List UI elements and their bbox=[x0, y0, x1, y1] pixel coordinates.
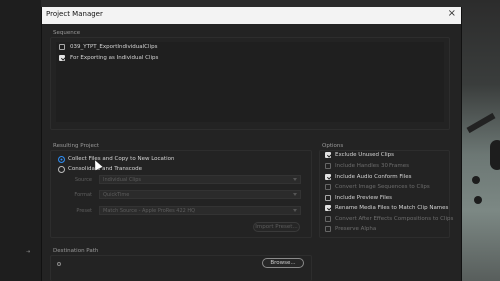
convert-ae-compositions-checkbox[interactable] bbox=[325, 216, 331, 222]
sequence-item-label: 039_YTPT_ExportIndividualClips bbox=[70, 44, 158, 50]
include-preview-files-label: Include Preview Files bbox=[335, 195, 392, 201]
handles-value[interactable]: 30 bbox=[381, 163, 388, 169]
resulting-project-heading: Resulting Project bbox=[53, 143, 100, 149]
sequence-checkbox[interactable] bbox=[59, 44, 65, 50]
chevron-down-icon bbox=[293, 209, 297, 212]
sequence-item-label: For Exporting as Individual Clips bbox=[70, 55, 159, 61]
sequence-list bbox=[56, 42, 444, 122]
convert-image-sequences-label: Convert Image Sequences to Clips bbox=[335, 184, 430, 190]
collect-files-radio[interactable] bbox=[58, 156, 65, 163]
format-label: Format bbox=[74, 192, 92, 198]
convert-ae-compositions-label: Convert After Effects Compositions to Cl… bbox=[335, 216, 454, 222]
exclude-unused-checkbox[interactable] bbox=[325, 152, 331, 158]
convert-image-sequences-checkbox[interactable] bbox=[325, 184, 331, 190]
preset-value: Match Source - Apple ProRes 422 HQ bbox=[103, 208, 196, 214]
panel-edge-icon: ⇥ bbox=[26, 249, 31, 255]
background-knob bbox=[490, 140, 500, 170]
format-value: QuickTime bbox=[103, 192, 130, 198]
background-top-strip bbox=[41, 0, 460, 7]
exclude-unused-label: Exclude Unused Clips bbox=[335, 152, 395, 158]
consolidate-radio[interactable] bbox=[58, 166, 65, 173]
source-label: Source bbox=[74, 177, 92, 183]
include-audio-conform-label: Include Audio Conform Files bbox=[335, 174, 412, 180]
options-heading: Options bbox=[322, 143, 344, 149]
background-knob bbox=[472, 176, 480, 184]
format-dropdown[interactable]: QuickTime bbox=[99, 190, 301, 199]
preset-dropdown[interactable]: Match Source - Apple ProRes 422 HQ bbox=[99, 206, 301, 215]
browse-button[interactable]: Browse... bbox=[262, 258, 304, 268]
chevron-down-icon bbox=[293, 178, 297, 181]
dialog-titlebar: Project Manager × bbox=[42, 7, 461, 24]
handles-unit: Frames bbox=[389, 163, 410, 169]
preserve-alpha-label: Preserve Alpha bbox=[335, 226, 377, 232]
include-preview-files-checkbox[interactable] bbox=[325, 195, 331, 201]
chevron-down-icon bbox=[293, 193, 297, 196]
sequence-heading: Sequence bbox=[53, 30, 81, 36]
include-audio-conform-checkbox[interactable] bbox=[325, 174, 331, 180]
include-handles-label: Include Handles bbox=[335, 163, 380, 169]
rename-media-files-checkbox[interactable] bbox=[325, 205, 331, 211]
close-icon[interactable]: × bbox=[448, 8, 456, 19]
background-tool-shape bbox=[466, 112, 496, 134]
source-dropdown[interactable]: Individual Clips bbox=[99, 175, 301, 184]
background-program-monitor bbox=[460, 0, 500, 281]
rename-media-files-label: Rename Media Files to Match Clip Names bbox=[335, 205, 449, 211]
include-handles-checkbox[interactable] bbox=[325, 163, 331, 169]
source-value: Individual Clips bbox=[103, 177, 141, 183]
sequence-checkbox[interactable] bbox=[59, 55, 65, 61]
import-preset-button[interactable]: Import Preset... bbox=[253, 222, 300, 232]
dialog-title: Project Manager bbox=[46, 10, 103, 18]
background-knob bbox=[474, 196, 482, 204]
destination-path-heading: Destination Path bbox=[53, 248, 99, 254]
path-status-icon bbox=[57, 262, 61, 266]
collect-files-label: Collect Files and Copy to New Location bbox=[68, 156, 175, 162]
consolidate-label: Consolidate and Transcode bbox=[68, 166, 143, 172]
preserve-alpha-checkbox[interactable] bbox=[325, 226, 331, 232]
preset-label: Preset bbox=[76, 208, 92, 214]
background-left-panel: ⇥ bbox=[0, 0, 41, 281]
